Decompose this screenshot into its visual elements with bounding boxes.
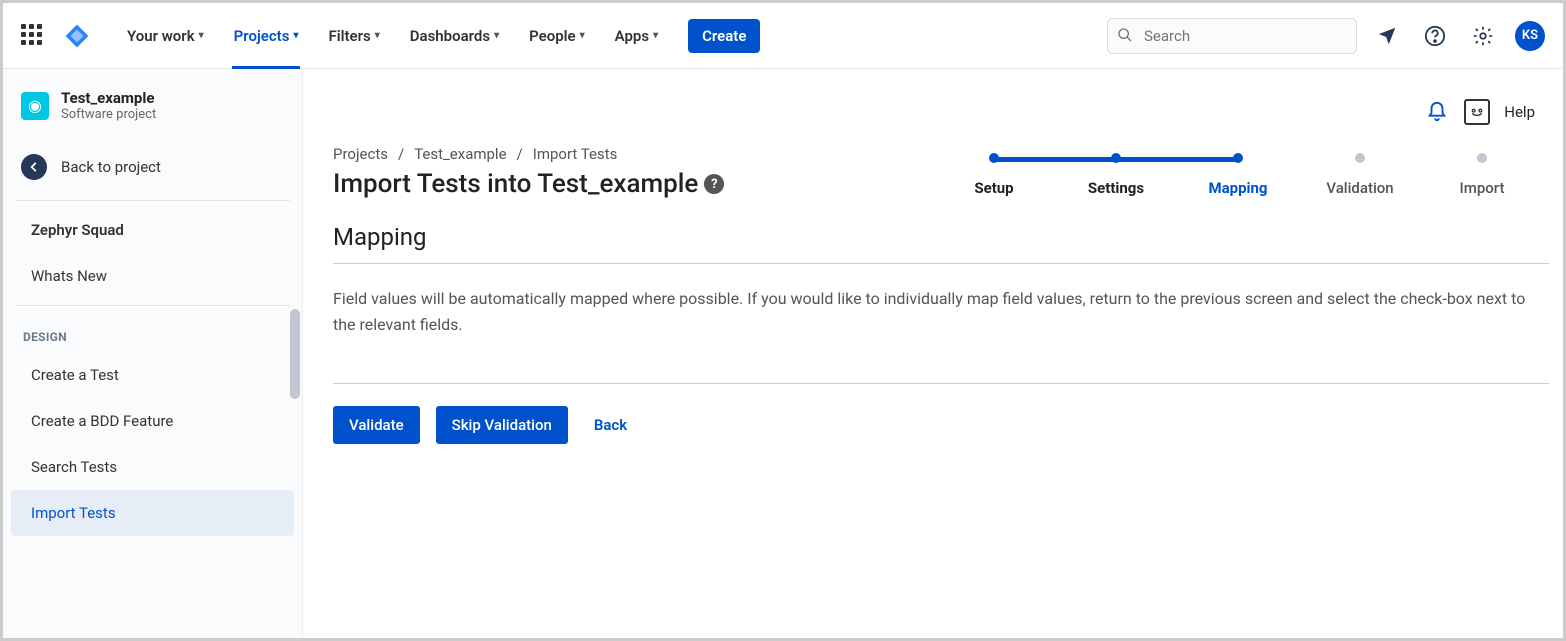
separator — [15, 200, 290, 201]
main-content: Help Projects / Test_example / Import Te… — [303, 69, 1563, 638]
nav-label: Your work — [127, 27, 195, 45]
body: ◉ Test_example Software project Back to … — [3, 69, 1563, 638]
breadcrumb: Projects / Test_example / Import Tests — [333, 145, 893, 163]
breadcrumb-projects[interactable]: Projects — [333, 145, 388, 163]
chevron-down-icon: ▾ — [494, 30, 499, 41]
bell-icon[interactable] — [1424, 99, 1450, 125]
nav-label: Projects — [234, 27, 290, 45]
back-to-project[interactable]: Back to project — [3, 140, 302, 194]
search-input[interactable] — [1107, 18, 1357, 54]
breadcrumb-sep: / — [398, 145, 404, 163]
main-top: Help — [333, 99, 1543, 125]
create-button[interactable]: Create — [688, 19, 760, 53]
nav-apps[interactable]: Apps ▾ — [603, 3, 670, 69]
project-name: Test_example — [61, 89, 156, 107]
nav-dashboards[interactable]: Dashboards ▾ — [398, 3, 511, 69]
nav-your-work[interactable]: Your work ▾ — [115, 3, 216, 69]
step-dot — [1233, 153, 1243, 163]
nav-label: Filters — [328, 27, 370, 45]
project-type: Software project — [61, 107, 156, 122]
rule — [333, 263, 1549, 264]
page-title-text: Import Tests into Test_example — [333, 169, 698, 199]
nav-people[interactable]: People ▾ — [517, 3, 597, 69]
help-icon[interactable] — [1417, 18, 1453, 54]
step-dot — [1111, 153, 1121, 163]
feedback-icon[interactable] — [1464, 99, 1490, 125]
left-column: Projects / Test_example / Import Tests I… — [333, 125, 893, 199]
settings-icon[interactable] — [1465, 18, 1501, 54]
app-switcher-icon[interactable] — [21, 24, 45, 48]
top-nav: Your work▾ Projects▾ Filters▾ Dashboards… — [3, 3, 1563, 69]
step-label: Import — [1460, 179, 1505, 197]
chevron-down-icon: ▾ — [293, 30, 298, 41]
page-title: Import Tests into Test_example ? — [333, 169, 893, 199]
step-import[interactable]: Import — [1421, 153, 1543, 197]
project-info: Test_example Software project — [61, 89, 156, 122]
step-dot — [1355, 153, 1365, 163]
app-root: Your work▾ Projects▾ Filters▾ Dashboards… — [3, 3, 1563, 638]
sidebar-zephyr-squad[interactable]: Zephyr Squad — [11, 207, 294, 253]
step-validation[interactable]: Validation — [1299, 153, 1421, 197]
jira-logo-icon[interactable] — [63, 22, 91, 50]
breadcrumb-project-name[interactable]: Test_example — [414, 145, 506, 163]
chevron-down-icon: ▾ — [580, 30, 585, 41]
search-wrap — [1107, 18, 1357, 54]
chevron-down-icon: ▾ — [199, 30, 204, 41]
scrollbar-thumb[interactable] — [290, 309, 300, 399]
sidebar: ◉ Test_example Software project Back to … — [3, 69, 303, 638]
search-icon — [1117, 27, 1133, 47]
chevron-down-icon: ▾ — [653, 30, 658, 41]
sidebar-search-tests[interactable]: Search Tests — [11, 444, 294, 490]
section-title: Mapping — [333, 223, 1543, 259]
section-description: Field values will be automatically mappe… — [333, 286, 1549, 337]
back-button[interactable]: Back — [594, 416, 627, 434]
sidebar-create-bdd-feature[interactable]: Create a BDD Feature — [11, 398, 294, 444]
step-mapping[interactable]: Mapping — [1177, 153, 1299, 197]
step-label: Validation — [1326, 179, 1393, 197]
stepper: Setup Settings Mapping — [933, 153, 1543, 197]
project-icon: ◉ — [21, 92, 49, 120]
breadcrumb-sep: / — [517, 145, 523, 163]
step-dot — [1477, 153, 1487, 163]
nav-filters[interactable]: Filters ▾ — [316, 3, 391, 69]
step-label: Mapping — [1209, 179, 1268, 197]
nav-label: Dashboards — [410, 27, 490, 45]
back-label: Back to project — [61, 158, 161, 176]
rule — [333, 383, 1549, 384]
step-label: Setup — [974, 179, 1013, 197]
sidebar-import-tests[interactable]: Import Tests — [11, 490, 294, 536]
sidebar-create-test[interactable]: Create a Test — [11, 352, 294, 398]
sidebar-whats-new[interactable]: Whats New — [11, 253, 294, 299]
validate-button[interactable]: Validate — [333, 406, 420, 444]
help-question-icon[interactable]: ? — [704, 174, 724, 194]
nav-label: People — [529, 27, 576, 45]
page-actions: Help — [1424, 99, 1535, 125]
help-label[interactable]: Help — [1504, 103, 1535, 121]
notifications-icon[interactable] — [1369, 18, 1405, 54]
step-label: Settings — [1088, 179, 1144, 197]
sidebar-heading-design: DESIGN — [3, 312, 302, 352]
nav-projects[interactable]: Projects▾ — [222, 3, 311, 69]
user-avatar[interactable]: KS — [1515, 21, 1545, 51]
skip-validation-button[interactable]: Skip Validation — [436, 406, 568, 444]
step-line — [1116, 157, 1238, 162]
button-row: Validate Skip Validation Back — [333, 406, 1543, 444]
step-dot — [989, 153, 999, 163]
stepper-column: Setup Settings Mapping — [933, 125, 1543, 197]
separator — [15, 305, 290, 306]
content-row: Projects / Test_example / Import Tests I… — [333, 125, 1543, 199]
breadcrumb-current: Import Tests — [533, 145, 618, 163]
chevron-down-icon: ▾ — [375, 30, 380, 41]
back-arrow-icon — [21, 154, 47, 180]
project-header: ◉ Test_example Software project — [3, 89, 302, 140]
nav-label: Apps — [615, 27, 649, 45]
